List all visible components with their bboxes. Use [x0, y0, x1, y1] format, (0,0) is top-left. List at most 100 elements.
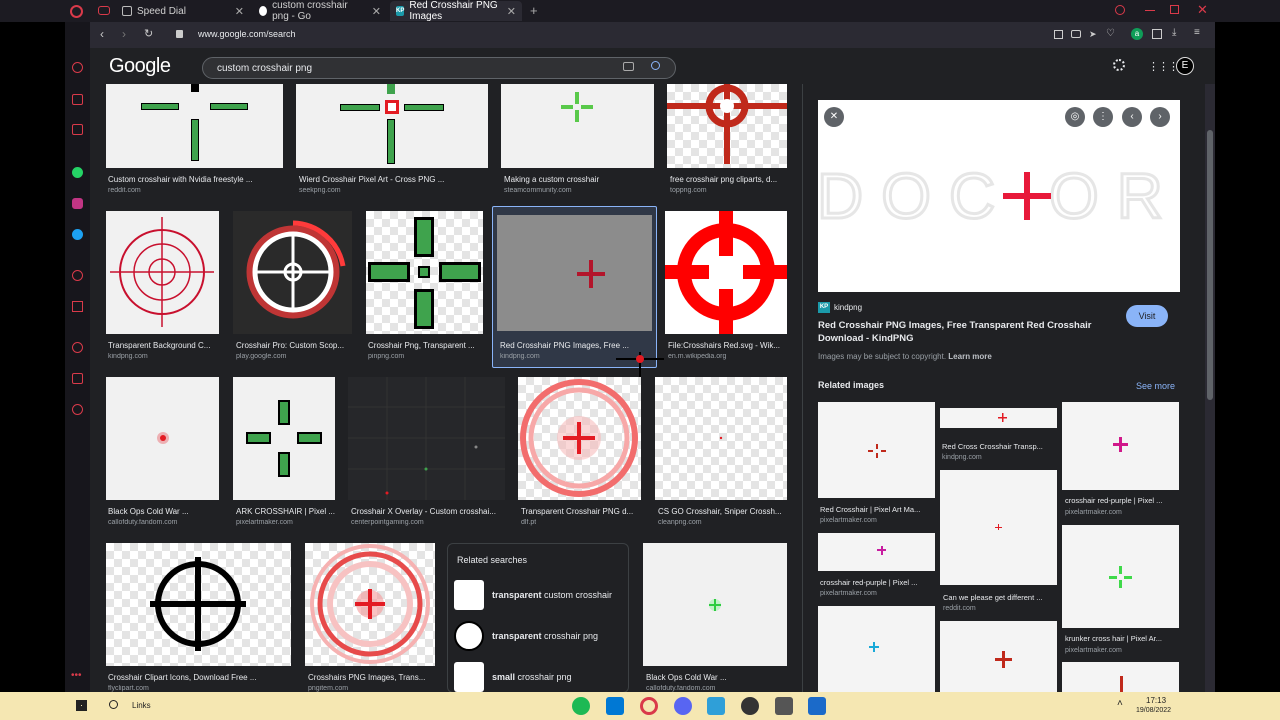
- extension-a-icon[interactable]: a: [1131, 28, 1143, 40]
- image-source[interactable]: dlf.pt: [521, 519, 536, 526]
- twitch-icon[interactable]: [72, 124, 83, 135]
- learn-more-link[interactable]: Learn more: [948, 352, 992, 361]
- image-caption[interactable]: Crosshairs PNG Images, Trans...: [308, 673, 435, 682]
- player-icon[interactable]: [72, 270, 83, 281]
- camera-search-icon[interactable]: [623, 62, 634, 71]
- related-image-source[interactable]: reddit.com: [943, 605, 976, 612]
- send-icon[interactable]: [72, 301, 83, 312]
- image-caption[interactable]: Transparent Background C...: [108, 341, 219, 350]
- minimize-button[interactable]: [1145, 10, 1155, 11]
- previous-image-icon[interactable]: ‹: [1122, 107, 1142, 127]
- taskbar-search-label[interactable]: Links: [132, 701, 151, 710]
- clock-time[interactable]: 17:13: [1146, 696, 1166, 705]
- related-image-caption[interactable]: crosshair red-purple | Pixel ...: [820, 578, 935, 587]
- forward-icon[interactable]: ›: [122, 27, 126, 41]
- image-caption[interactable]: Making a custom crosshair: [504, 175, 654, 184]
- preview-title-line-2[interactable]: Download - KindPNG: [818, 333, 914, 344]
- new-tab-button[interactable]: +: [530, 3, 538, 18]
- image-caption[interactable]: Crosshair Pro: Custom Scop...: [236, 341, 352, 350]
- start-button[interactable]: [76, 700, 87, 711]
- related-image-caption[interactable]: Can we please get different ...: [943, 593, 1057, 602]
- image-result[interactable]: [665, 211, 787, 334]
- related-image[interactable]: [940, 470, 1057, 585]
- tab-close-icon[interactable]: ✕: [235, 5, 244, 18]
- image-source[interactable]: flyclipart.com: [108, 685, 149, 692]
- related-image[interactable]: [940, 621, 1057, 692]
- google-logo[interactable]: Google: [109, 55, 171, 78]
- image-caption[interactable]: Custom crosshair with Nvidia freestyle .…: [108, 175, 283, 184]
- related-image[interactable]: [1062, 402, 1179, 490]
- image-result[interactable]: [497, 215, 652, 331]
- image-caption[interactable]: CS GO Crosshair, Sniper Crossh...: [658, 507, 787, 516]
- related-image-source[interactable]: pixelartmaker.com: [1065, 509, 1122, 516]
- image-source[interactable]: pinpng.com: [368, 353, 404, 360]
- related-image[interactable]: [1062, 525, 1179, 628]
- search-query[interactable]: custom crosshair png: [217, 63, 312, 74]
- image-result[interactable]: [106, 84, 283, 168]
- visual-search-icon[interactable]: ◎: [1065, 107, 1085, 127]
- url-field[interactable]: www.google.com/search: [198, 29, 296, 39]
- settings-icon[interactable]: [72, 404, 83, 415]
- see-more-link[interactable]: See more: [1136, 381, 1175, 391]
- tab-close-icon[interactable]: ✕: [372, 5, 381, 18]
- image-result[interactable]: [106, 543, 291, 666]
- related-image[interactable]: [818, 533, 935, 571]
- image-source[interactable]: pngitem.com: [308, 685, 348, 692]
- image-result[interactable]: [305, 543, 435, 666]
- related-image-source[interactable]: kindpng.com: [942, 454, 982, 461]
- preview-image[interactable]: DOC OR: [818, 100, 1180, 292]
- image-source[interactable]: steamcommunity.com: [504, 187, 572, 194]
- restore-button[interactable]: [1170, 5, 1179, 14]
- scrollbar-thumb[interactable]: [1207, 130, 1213, 400]
- menu-icon[interactable]: ≡: [1194, 27, 1200, 38]
- image-source[interactable]: reddit.com: [108, 187, 141, 194]
- share-icon[interactable]: [1054, 30, 1063, 39]
- preview-title-line-1[interactable]: Red Crosshair PNG Images, Free Transpare…: [818, 320, 1091, 331]
- next-image-icon[interactable]: ›: [1150, 107, 1170, 127]
- tab-close-icon[interactable]: ✕: [507, 5, 516, 18]
- bag-icon[interactable]: [72, 94, 83, 105]
- image-result[interactable]: [348, 377, 505, 500]
- image-source[interactable]: callofduty.fandom.com: [108, 519, 178, 526]
- back-icon[interactable]: ‹: [100, 27, 104, 41]
- history-icon[interactable]: [72, 342, 83, 353]
- image-caption[interactable]: Crosshair Png, Transparent ...: [368, 341, 483, 350]
- cube-icon[interactable]: [72, 373, 83, 384]
- whatsapp-icon[interactable]: [72, 167, 83, 178]
- more-options-icon[interactable]: ⋮: [1093, 107, 1113, 127]
- send-icon[interactable]: ➤: [1089, 29, 1097, 40]
- image-caption[interactable]: Black Ops Cold War ...: [108, 507, 219, 516]
- tray-chevron-icon[interactable]: ˄: [1117, 698, 1123, 709]
- tab-speed-dial[interactable]: Speed Dial ✕: [116, 1, 250, 21]
- search-icon[interactable]: [651, 61, 660, 70]
- image-result[interactable]: [366, 211, 483, 334]
- close-window-button[interactable]: ✕: [1197, 2, 1208, 18]
- clock-date[interactable]: 19/08/2022: [1136, 707, 1171, 714]
- image-result[interactable]: [296, 84, 488, 168]
- image-source[interactable]: toppng.com: [670, 187, 707, 194]
- image-source[interactable]: callofduty.fandom.com: [646, 685, 716, 692]
- image-caption[interactable]: Transparent Crosshair PNG d...: [521, 507, 641, 516]
- opera-icon[interactable]: [640, 697, 658, 715]
- image-result[interactable]: [667, 84, 787, 168]
- instagram-icon[interactable]: [72, 198, 83, 209]
- image-caption[interactable]: Red Crosshair PNG Images, Free ...: [500, 341, 635, 350]
- more-icon[interactable]: •••: [71, 670, 82, 681]
- image-result[interactable]: [518, 377, 641, 500]
- related-image-source[interactable]: pixelartmaker.com: [820, 590, 877, 597]
- avatar[interactable]: E: [1176, 57, 1194, 75]
- gear-icon[interactable]: [1113, 59, 1125, 71]
- apps-grid-icon[interactable]: ⋮⋮⋮: [1148, 60, 1179, 73]
- app-store-icon[interactable]: [808, 697, 826, 715]
- opera-logo-icon[interactable]: [70, 5, 83, 18]
- gamepad-icon[interactable]: [98, 6, 110, 15]
- twitter-icon[interactable]: [72, 229, 83, 240]
- image-result[interactable]: [233, 211, 352, 334]
- related-image[interactable]: [1062, 662, 1179, 692]
- image-caption[interactable]: Crosshair X Overlay - Custom crosshai...: [351, 507, 505, 516]
- image-caption[interactable]: Wierd Crosshair Pixel Art - Cross PNG ..…: [299, 175, 488, 184]
- app-dark-icon[interactable]: [741, 697, 759, 715]
- image-caption[interactable]: ARK CROSSHAIR | Pixel ...: [236, 507, 335, 516]
- image-result[interactable]: [233, 377, 335, 500]
- search-icon[interactable]: [109, 700, 118, 709]
